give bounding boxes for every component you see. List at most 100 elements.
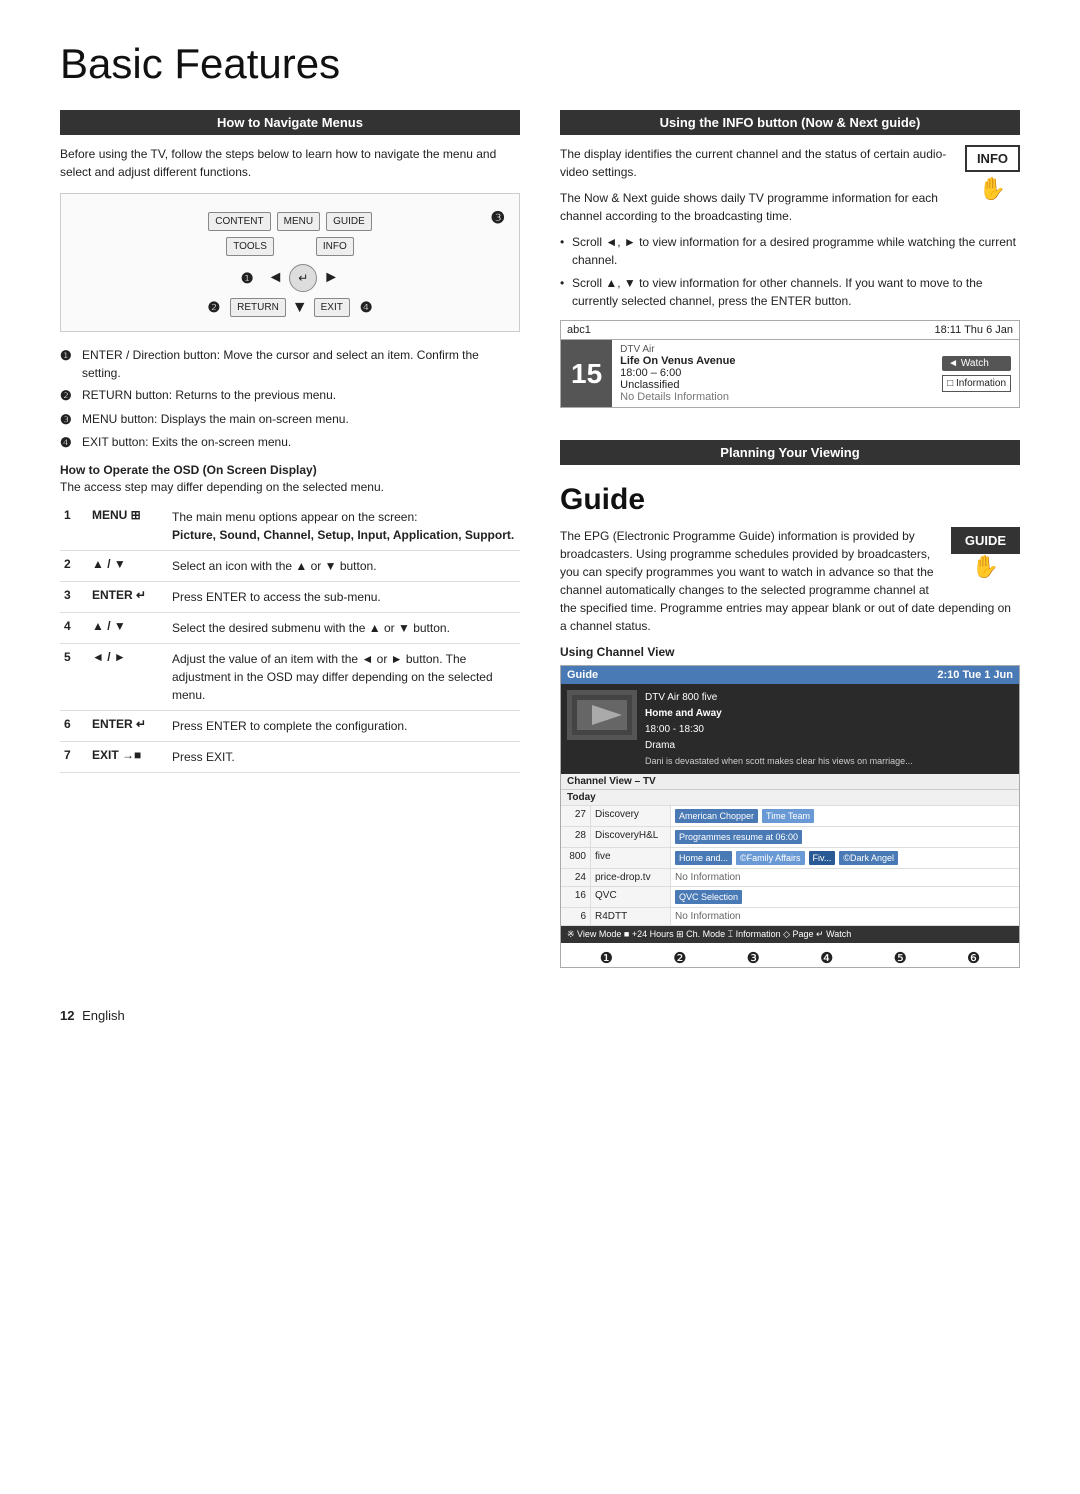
arrow-left: ◄: [267, 269, 283, 287]
marker3: ❸: [491, 208, 505, 228]
step-desc-2: Select an icon with the ▲ or ▼ button.: [168, 550, 520, 581]
step-num-1: 1: [60, 502, 88, 551]
ch-prog-6: No Information: [671, 908, 1019, 925]
channel-row-2: 28 DiscoveryH&L Programmes resume at 06:…: [561, 827, 1019, 848]
guide-preview: DTV Air 800 five Home and Away 18:00 - 1…: [561, 684, 1019, 774]
info-intro1: The display identifies the current chann…: [560, 145, 1020, 181]
prog-block: ©Dark Angel: [839, 851, 898, 865]
page-title: Basic Features: [60, 40, 1020, 88]
step-desc-5: Adjust the value of an item with the ◄ o…: [168, 643, 520, 710]
step-num-6: 6: [60, 710, 88, 741]
guide-header-left: Guide: [567, 669, 598, 681]
left-column: How to Navigate Menus Before using the T…: [60, 110, 520, 978]
prog-block: Fiv...: [809, 851, 836, 865]
guide-marker-3: ❸: [747, 949, 760, 967]
prog-noinf-6: No Information: [675, 911, 741, 922]
step-desc-4: Select the desired submenu with the ▲ or…: [168, 612, 520, 643]
ch-num-5: 16: [561, 887, 591, 907]
prog-block: ©Family Affairs: [736, 851, 804, 865]
enter-btn: ↵: [289, 264, 317, 292]
step-row-4: 4 ▲ / ▼ Select the desired submenu with …: [60, 612, 520, 643]
ch-prog-1: American Chopper Time Team: [671, 806, 1019, 826]
prog-block: Home and...: [675, 851, 732, 865]
guide-section: Guide GUIDE ✋ The EPG (Electronic Progra…: [560, 483, 1020, 978]
ch-name-1: Discovery: [591, 806, 671, 826]
step-num-4: 4: [60, 612, 88, 643]
step-num-7: 7: [60, 741, 88, 772]
tools-btn: TOOLS: [226, 237, 274, 256]
channel-info-actions: ◄ Watch □ Information: [934, 340, 1019, 407]
step-row-5: 5 ◄ / ► Adjust the value of an item with…: [60, 643, 520, 710]
preview-genre: Drama: [645, 738, 913, 754]
prog-noinf-4: No Information: [675, 872, 741, 883]
step-key-2: ▲ / ▼: [88, 550, 168, 581]
prog-block: QVC Selection: [675, 890, 742, 904]
guide-channels-header: Channel View – TV: [561, 774, 1019, 790]
osd-desc: The access step may differ depending on …: [60, 480, 520, 494]
channel-row-4: 24 price-drop.tv No Information: [561, 869, 1019, 887]
bullet-num-2: ❷: [60, 386, 82, 406]
preview-desc: Dani is devastated when scott makes clea…: [645, 754, 913, 768]
ch-name-3: five: [591, 848, 671, 868]
step-desc-6: Press ENTER to complete the configuratio…: [168, 710, 520, 741]
bullet-2: ❷ RETURN button: Returns to the previous…: [60, 386, 520, 406]
info-section: Using the INFO button (Now & Next guide)…: [560, 110, 1020, 422]
guide-numbered-row: ❶ ❷ ❸ ❹ ❺ ❻: [561, 949, 1019, 967]
time-range: 18:00 – 6:00: [620, 367, 926, 379]
channel-info-header: abc1 18:11 Thu 6 Jan: [561, 321, 1019, 340]
return-btn: RETURN: [230, 298, 286, 317]
channel-row-3: 800 five Home and... ©Family Affairs Fiv…: [561, 848, 1019, 869]
osd-title: How to Operate the OSD (On Screen Displa…: [60, 463, 520, 477]
bullet-num-1: ❶: [60, 346, 82, 366]
planning-header: Planning Your Viewing: [560, 440, 1020, 465]
guide-box-header: Guide 2:10 Tue 1 Jun: [561, 666, 1019, 684]
bullet-3: ❸ MENU button: Displays the main on-scre…: [60, 410, 520, 430]
guide-footer: ※ View Mode ■ +24 Hours ⊞ Ch. Mode ⌶ Inf…: [561, 926, 1019, 943]
channel-row-6: 6 R4DTT No Information: [561, 908, 1019, 926]
ch-prog-2: Programmes resume at 06:00: [671, 827, 1019, 847]
guide-hand-icon: ✋: [951, 554, 1020, 580]
step-row-3: 3 ENTER ↵ Press ENTER to access the sub-…: [60, 581, 520, 612]
nav-bullets: ❶ ENTER / Direction button: Move the cur…: [60, 346, 520, 453]
step-key-3: ENTER ↵: [88, 581, 168, 612]
prog-block: American Chopper: [675, 809, 758, 823]
channel-row-1: 27 Discovery American Chopper Time Team: [561, 806, 1019, 827]
step-key-7: EXIT →■: [88, 741, 168, 772]
ch-prog-4: No Information: [671, 869, 1019, 886]
step-num-5: 5: [60, 643, 88, 710]
guide-marker-2: ❷: [673, 949, 686, 967]
step-desc-1: The main menu options appear on the scre…: [168, 502, 520, 551]
guide-btn: GUIDE: [326, 212, 372, 231]
channel-num-big: 15: [561, 340, 612, 407]
guide-marker-5: ❺: [893, 949, 906, 967]
no-details: No Details Information: [620, 391, 926, 403]
guide-title: Guide: [560, 483, 1020, 517]
ch-prog-3: Home and... ©Family Affairs Fiv... ©Dark…: [671, 848, 1019, 868]
step-num-3: 3: [60, 581, 88, 612]
nav-menus-header: How to Navigate Menus: [60, 110, 520, 135]
ch-num-6: 6: [561, 908, 591, 925]
prog-name: Life On Venus Avenue: [620, 355, 926, 367]
steps-table: 1 MENU ⊞ The main menu options appear on…: [60, 502, 520, 773]
ch-name-2: DiscoveryH&L: [591, 827, 671, 847]
guide-header-right: 2:10 Tue 1 Jun: [937, 669, 1013, 681]
ch-name-5: QVC: [591, 887, 671, 907]
info-badge-box: INFO: [965, 145, 1020, 172]
scroll-bullet-2: Scroll ▲, ▼ to view information for othe…: [560, 274, 1020, 310]
page-footer: 12 English: [60, 1008, 1020, 1023]
channel-header-name: abc1: [567, 324, 591, 336]
ch-num-4: 24: [561, 869, 591, 886]
dtv-label: DTV Air: [620, 344, 926, 355]
exit-btn: EXIT: [314, 298, 350, 317]
info-badge: INFO ✋: [965, 145, 1020, 202]
channel-info-box: abc1 18:11 Thu 6 Jan 15 DTV Air Life On …: [560, 320, 1020, 408]
page-lang: English: [82, 1008, 125, 1023]
step-row-2: 2 ▲ / ▼ Select an icon with the ▲ or ▼ b…: [60, 550, 520, 581]
bullet-num-3: ❸: [60, 410, 82, 430]
information-btn: □ Information: [942, 375, 1011, 392]
channel-info-body: 15 DTV Air Life On Venus Avenue 18:00 – …: [561, 340, 1019, 407]
nav-intro-text: Before using the TV, follow the steps be…: [60, 145, 520, 181]
bullet-1: ❶ ENTER / Direction button: Move the cur…: [60, 346, 520, 382]
remote-diagram: CONTENT MENU GUIDE ❸ TOOLS INFO ❶ ◄ ↵ ► …: [60, 193, 520, 332]
scroll-bullet-1: Scroll ◄, ► to view information for a de…: [560, 233, 1020, 269]
